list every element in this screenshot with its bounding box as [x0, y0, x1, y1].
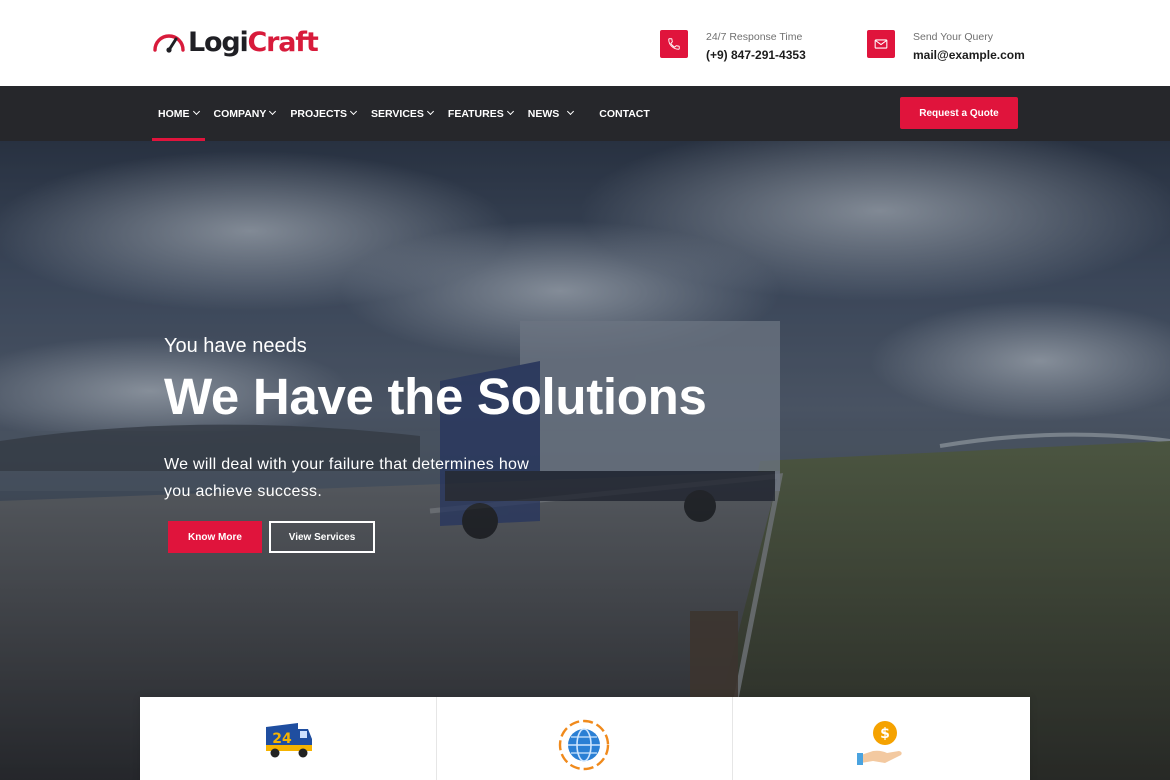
hero-banner: You have needs We Have the Solutions We …: [0, 141, 1170, 780]
chevron-down-icon: [426, 107, 434, 116]
nav-item-projects[interactable]: PROJECTS: [284, 86, 362, 141]
svg-text:24: 24: [272, 731, 292, 747]
logo-text: LogiCraft: [188, 26, 319, 58]
svg-text:$: $: [881, 726, 891, 742]
main-nav: HOME COMPANY PROJECTS SERVICES FEATURES …: [0, 86, 1170, 141]
hero-content: You have needs We Have the Solutions We …: [164, 333, 707, 553]
feature-card[interactable]: $: [733, 697, 1030, 780]
chevron-down-icon: [192, 107, 200, 116]
nav-item-home[interactable]: HOME: [152, 86, 205, 141]
chevron-down-icon: [567, 107, 575, 116]
delivery-truck-24-icon: 24: [265, 723, 312, 758]
feature-card[interactable]: 24: [140, 697, 437, 780]
view-services-button[interactable]: View Services: [269, 521, 375, 553]
request-quote-button[interactable]: Request a Quote: [900, 97, 1018, 129]
mail-label: Send Your Query: [913, 31, 993, 43]
logo[interactable]: LogiCraft: [152, 24, 319, 60]
chevron-down-icon: [349, 107, 358, 116]
hero-headline: We Have the Solutions: [164, 368, 707, 425]
phone-number[interactable]: (+9) 847-291-4353: [706, 44, 806, 66]
chevron-down-icon: [506, 107, 514, 116]
mail-icon: [867, 30, 895, 58]
site-header: LogiCraft 24/7 Response Time (+9) 847-29…: [0, 0, 1170, 86]
phone-label: 24/7 Response Time: [706, 31, 803, 43]
nav-menu: HOME COMPANY PROJECTS SERVICES FEATURES …: [152, 86, 659, 141]
hero-subtitle: You have needs: [164, 335, 307, 357]
logo-speedometer-icon: [153, 34, 185, 53]
features-strip: 24 $: [140, 697, 1030, 780]
globe-icon: [559, 719, 610, 771]
hero-buttons: Know More View Services: [168, 521, 375, 553]
phone-contact[interactable]: 24/7 Response Time (+9) 847-291-4353: [660, 30, 806, 66]
nav-item-news[interactable]: NEWS: [522, 86, 580, 141]
nav-item-services[interactable]: SERVICES: [365, 86, 439, 141]
feature-card[interactable]: [437, 697, 734, 780]
nav-item-contact[interactable]: CONTACT: [593, 86, 656, 141]
mail-contact[interactable]: Send Your Query mail@example.com: [867, 30, 1025, 66]
phone-icon: [660, 30, 688, 58]
chevron-down-icon: [269, 107, 277, 116]
money-hand-icon: $: [857, 721, 903, 765]
know-more-button[interactable]: Know More: [168, 521, 262, 553]
nav-item-features[interactable]: FEATURES: [442, 86, 519, 141]
nav-item-company[interactable]: COMPANY: [208, 86, 282, 141]
hero-description: We will deal with your failure that dete…: [164, 456, 530, 500]
mail-address[interactable]: mail@example.com: [913, 44, 1025, 66]
